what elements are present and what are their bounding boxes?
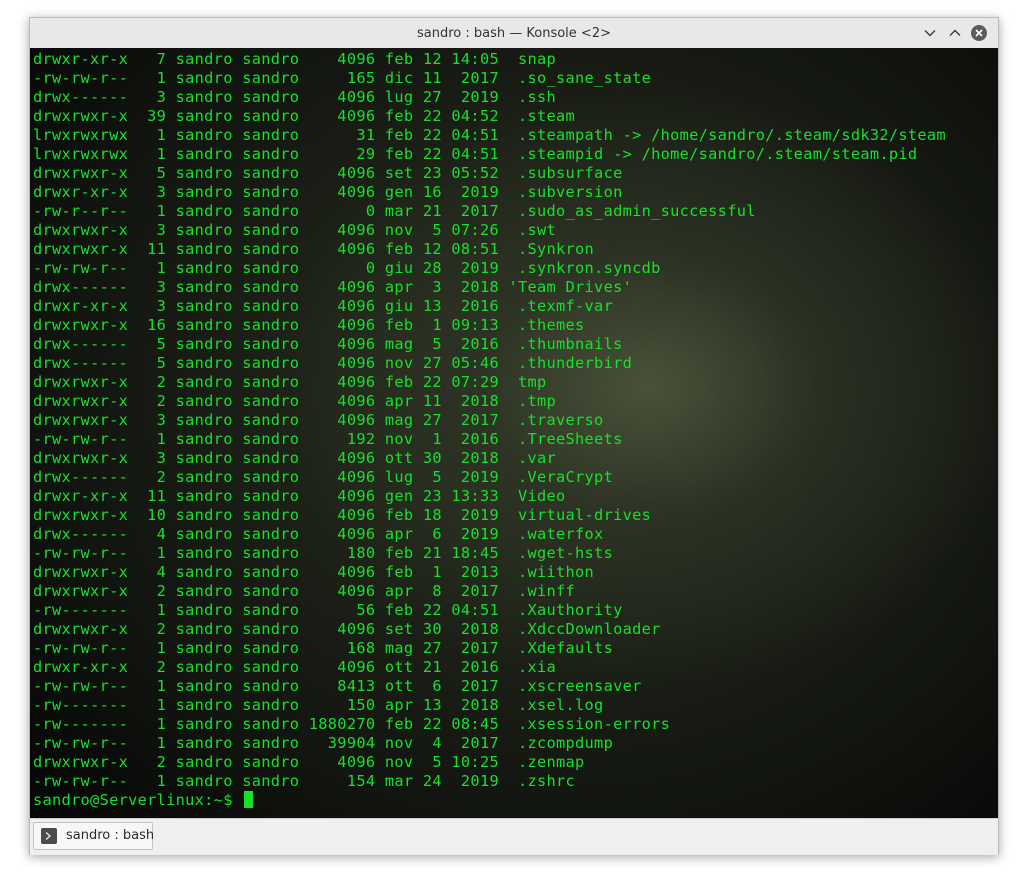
- terminal-line: drwxr-xr-x 3 sandro sandro 4096 giu 13 2…: [33, 297, 614, 315]
- terminal-line: drwxrwxr-x 5 sandro sandro 4096 set 23 0…: [33, 164, 623, 182]
- terminal-line: drwxrwxr-x 11 sandro sandro 4096 feb 12 …: [33, 240, 595, 258]
- text-cursor: [244, 791, 254, 808]
- chevron-up-icon: [949, 29, 961, 36]
- terminal-line: drwxrwxr-x 2 sandro sandro 4096 apr 11 2…: [33, 392, 557, 410]
- terminal-line: drwx------ 4 sandro sandro 4096 apr 6 20…: [33, 525, 604, 543]
- konsole-window: sandro : bash — Konsole <2> drwxr-xr-x 7…: [29, 17, 999, 855]
- chevron-down-icon: [924, 30, 936, 37]
- terminal-line: drwx------ 3 sandro sandro 4096 lug 27 2…: [33, 88, 557, 106]
- title-bar[interactable]: sandro : bash — Konsole <2>: [30, 18, 998, 48]
- terminal-line: drwxrwxr-x 2 sandro sandro 4096 set 30 2…: [33, 620, 661, 638]
- terminal-line: lrwxrwxrwx 1 sandro sandro 31 feb 22 04:…: [33, 126, 946, 144]
- tab-bar: sandro : bash: [30, 818, 998, 855]
- terminal-line: -rw------- 1 sandro sandro 150 apr 13 20…: [33, 696, 604, 714]
- minimize-button[interactable]: [922, 25, 938, 41]
- tab-sandro-bash[interactable]: sandro : bash: [33, 822, 155, 850]
- terminal-line: -rw-rw-r-- 1 sandro sandro 192 nov 1 201…: [33, 430, 623, 448]
- terminal-line: lrwxrwxrwx 1 sandro sandro 29 feb 22 04:…: [33, 145, 918, 163]
- terminal-line: -rw-rw-r-- 1 sandro sandro 154 mar 24 20…: [33, 772, 576, 790]
- terminal-line: drwxrwxr-x 2 sandro sandro 4096 nov 5 10…: [33, 753, 585, 771]
- tab-label: sandro : bash: [66, 828, 155, 843]
- terminal-line: drwx------ 2 sandro sandro 4096 lug 5 20…: [33, 468, 614, 486]
- terminal-line: drwx------ 5 sandro sandro 4096 nov 27 0…: [33, 354, 633, 372]
- terminal-line: drwxrwxr-x 4 sandro sandro 4096 feb 1 20…: [33, 563, 595, 581]
- terminal-icon: [41, 828, 57, 844]
- terminal-line: drwxrwxr-x 16 sandro sandro 4096 feb 1 0…: [33, 316, 585, 334]
- terminal-line: drwxrwxr-x 3 sandro sandro 4096 mag 27 2…: [33, 411, 604, 429]
- shell-prompt: sandro@Serverlinux:~$: [33, 791, 243, 809]
- window-title: sandro : bash — Konsole <2>: [417, 26, 611, 41]
- terminal-output: drwxr-xr-x 7 sandro sandro 4096 feb 12 1…: [33, 50, 946, 810]
- terminal-line: -rw-rw-r-- 1 sandro sandro 0 giu 28 2019…: [33, 259, 661, 277]
- terminal-line: drwx------ 5 sandro sandro 4096 mag 5 20…: [33, 335, 623, 353]
- terminal-line: drwxr-xr-x 7 sandro sandro 4096 feb 12 1…: [33, 50, 557, 68]
- maximize-button[interactable]: [947, 25, 963, 41]
- terminal-line: drwxrwxr-x 3 sandro sandro 4096 ott 30 2…: [33, 449, 557, 467]
- terminal-line: drwxrwxr-x 2 sandro sandro 4096 apr 8 20…: [33, 582, 576, 600]
- terminal-line: drwxr-xr-x 3 sandro sandro 4096 gen 16 2…: [33, 183, 623, 201]
- terminal-line: -rw-r--r-- 1 sandro sandro 0 mar 21 2017…: [33, 202, 756, 220]
- close-icon: [975, 29, 983, 37]
- terminal-area[interactable]: drwxr-xr-x 7 sandro sandro 4096 feb 12 1…: [30, 48, 998, 818]
- close-button[interactable]: [971, 25, 987, 41]
- terminal-line: -rw-rw-r-- 1 sandro sandro 168 mag 27 20…: [33, 639, 614, 657]
- terminal-line: drwxr-xr-x 11 sandro sandro 4096 gen 23 …: [33, 487, 566, 505]
- terminal-line: drwxrwxr-x 3 sandro sandro 4096 nov 5 07…: [33, 221, 557, 239]
- terminal-line: drwxrwxr-x 39 sandro sandro 4096 feb 22 …: [33, 107, 576, 125]
- terminal-line: -rw------- 1 sandro sandro 56 feb 22 04:…: [33, 601, 623, 619]
- terminal-line: -rw-rw-r-- 1 sandro sandro 165 dic 11 20…: [33, 69, 652, 87]
- terminal-line: -rw-rw-r-- 1 sandro sandro 39904 nov 4 2…: [33, 734, 614, 752]
- terminal-line: drwxrwxr-x 2 sandro sandro 4096 feb 22 0…: [33, 373, 547, 391]
- terminal-line: drwxr-xr-x 2 sandro sandro 4096 ott 21 2…: [33, 658, 557, 676]
- terminal-line: -rw------- 1 sandro sandro 1880270 feb 2…: [33, 715, 671, 733]
- terminal-line: -rw-rw-r-- 1 sandro sandro 180 feb 21 18…: [33, 544, 614, 562]
- terminal-line: -rw-rw-r-- 1 sandro sandro 8413 ott 6 20…: [33, 677, 642, 695]
- terminal-line: drwx------ 3 sandro sandro 4096 apr 3 20…: [33, 278, 633, 296]
- terminal-line: drwxrwxr-x 10 sandro sandro 4096 feb 18 …: [33, 506, 652, 524]
- prompt-line[interactable]: sandro@Serverlinux:~$: [33, 791, 946, 810]
